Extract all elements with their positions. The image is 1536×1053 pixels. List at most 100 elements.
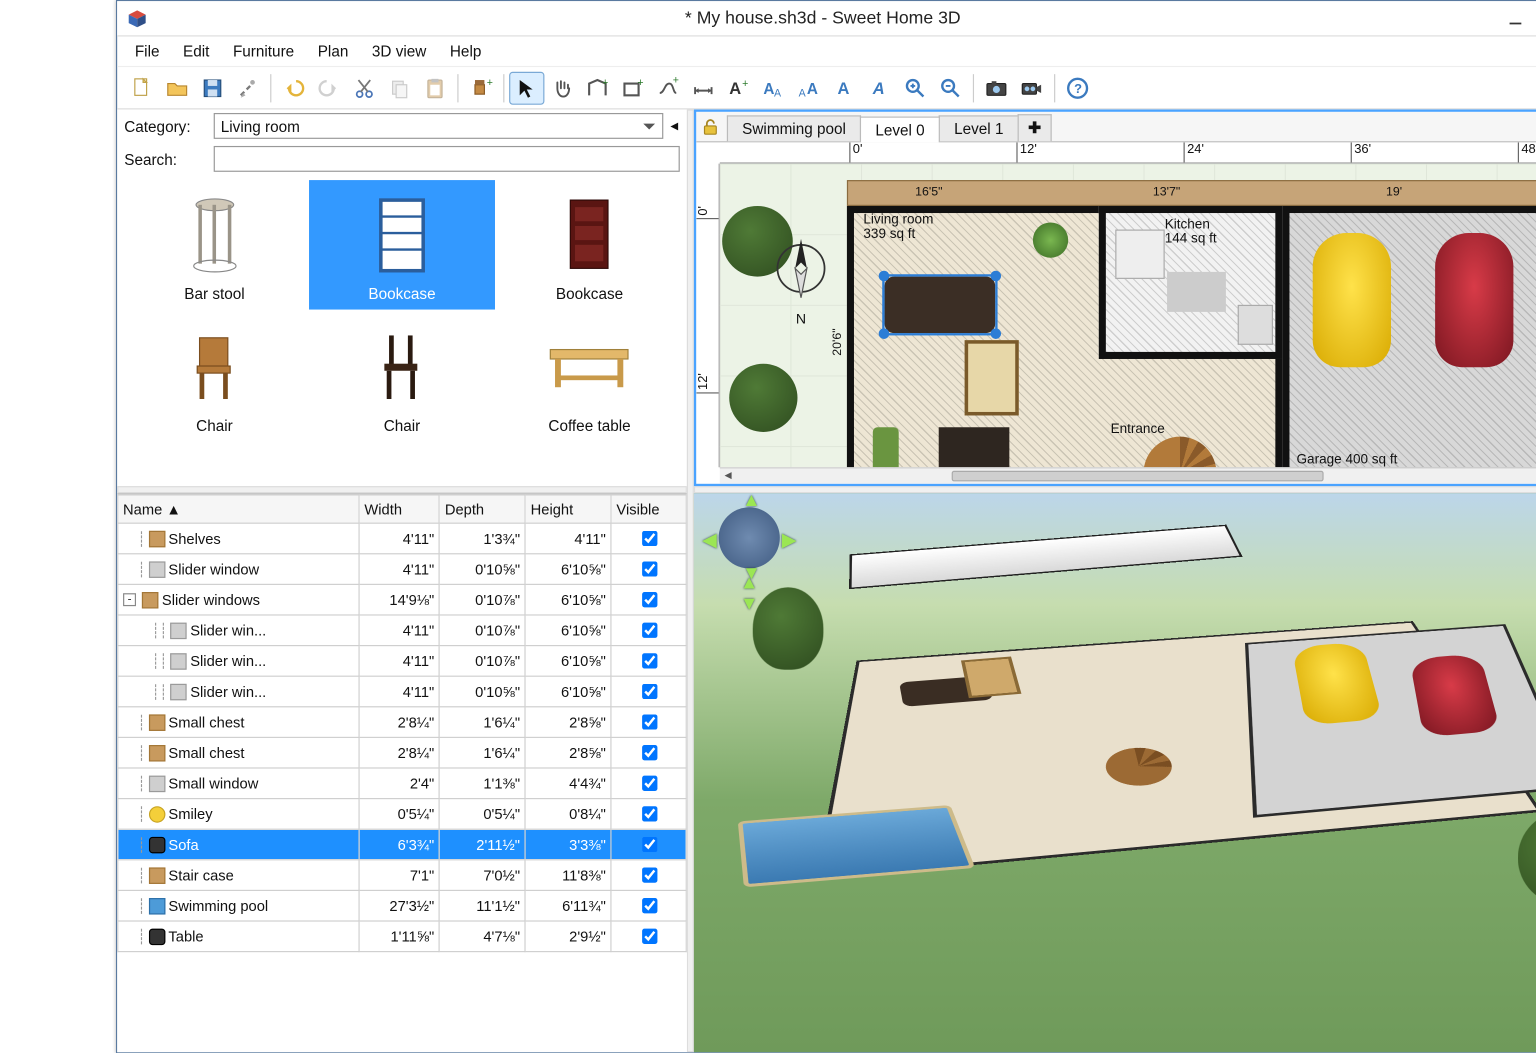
undo-button[interactable]	[276, 71, 311, 104]
col-depth[interactable]: Depth	[439, 495, 525, 523]
catalog-item[interactable]: Chair	[121, 312, 306, 441]
row-visible-checkbox[interactable]	[641, 684, 656, 699]
level-tab[interactable]: Level 0	[860, 117, 940, 143]
menu-help[interactable]: Help	[439, 39, 492, 64]
text-italic-button[interactable]: A	[862, 71, 897, 104]
menu-furniture[interactable]: Furniture	[222, 39, 304, 64]
furniture-row[interactable]: ┊Table1'11⅝"4'7⅛"2'9½"	[117, 921, 685, 952]
furniture-row[interactable]: ┊Sofa6'3¾"2'11½"3'3⅜"	[117, 829, 685, 860]
text-increase-button[interactable]: AA	[756, 71, 791, 104]
create-polyline-tool[interactable]: +	[650, 71, 685, 104]
plan-horizontal-scrollbar[interactable]: ◄►	[719, 467, 1536, 483]
col-visible[interactable]: Visible	[611, 495, 686, 523]
row-visible-checkbox[interactable]	[641, 867, 656, 882]
save-file-button[interactable]	[194, 71, 229, 104]
selection-box[interactable]	[882, 274, 997, 335]
open-file-button[interactable]	[159, 71, 194, 104]
col-name[interactable]: Name ▲	[117, 495, 358, 523]
create-room-tool[interactable]: +	[615, 71, 650, 104]
furniture-row[interactable]: ┊Small chest2'8¼"1'6¼"2'8⅝"	[117, 707, 685, 738]
row-depth: 4'7⅛"	[439, 921, 525, 952]
new-file-button[interactable]	[124, 71, 159, 104]
add-level-tab[interactable]: ✚	[1017, 114, 1051, 141]
create-dimension-tool[interactable]	[685, 71, 720, 104]
text-bold-button[interactable]: A	[826, 71, 861, 104]
row-visible-checkbox[interactable]	[641, 592, 656, 607]
row-height: 6'10⅝"	[525, 676, 611, 707]
add-furniture-button[interactable]: +	[463, 71, 498, 104]
furniture-row[interactable]: ┊Shelves4'11"1'3¾"4'11"	[117, 523, 685, 554]
catalog-item[interactable]: Bar stool	[121, 180, 306, 309]
row-visible-checkbox[interactable]	[641, 776, 656, 791]
menu-3d-view[interactable]: 3D view	[361, 39, 437, 64]
create-photo-button[interactable]	[978, 71, 1013, 104]
paste-button[interactable]	[417, 71, 452, 104]
pan-tool[interactable]	[544, 71, 579, 104]
catalog-item[interactable]: Bookcase	[496, 180, 681, 309]
catalog-item[interactable]: Coffee table	[496, 312, 681, 441]
row-visible-checkbox[interactable]	[641, 898, 656, 913]
row-visible-checkbox[interactable]	[641, 714, 656, 729]
create-text-tool[interactable]: A+	[720, 71, 755, 104]
tree-expander[interactable]: -	[123, 593, 136, 606]
menu-edit[interactable]: Edit	[172, 39, 220, 64]
col-height[interactable]: Height	[525, 495, 611, 523]
catalog-thumb-icon	[180, 319, 248, 414]
catalog-item[interactable]: Chair	[309, 312, 494, 441]
furniture-row[interactable]: ┊┊Slider win...4'11"0'10⅝"6'10⅝"	[117, 676, 685, 707]
vertical-splitter-left[interactable]	[117, 486, 687, 493]
furniture-row[interactable]: ┊Stair case7'1"7'0½"11'8⅜"	[117, 860, 685, 891]
svg-text:A: A	[763, 81, 774, 98]
furniture-row[interactable]: ┊┊Slider win...4'11"0'10⅞"6'10⅝"	[117, 646, 685, 677]
preferences-button[interactable]	[230, 71, 265, 104]
furniture-row[interactable]: -Slider windows14'9⅛"0'10⅞"6'10⅝"	[117, 584, 685, 615]
furniture-row[interactable]: ┊Smiley0'5¼"0'5¼"0'8¼"	[117, 799, 685, 830]
row-visible-checkbox[interactable]	[641, 561, 656, 576]
lock-icon[interactable]	[700, 118, 719, 140]
row-visible-checkbox[interactable]	[641, 653, 656, 668]
create-video-button[interactable]	[1014, 71, 1049, 104]
menu-file[interactable]: File	[124, 39, 170, 64]
minimize-button[interactable]	[1488, 1, 1536, 35]
3d-nav-pad[interactable]: ▲ ▼ ◀ ▶ ▲ ▼	[708, 507, 790, 601]
text-decrease-button[interactable]: AA	[791, 71, 826, 104]
row-visible-checkbox[interactable]	[641, 623, 656, 638]
zoom-out-button[interactable]	[932, 71, 967, 104]
zoom-in-button[interactable]	[897, 71, 932, 104]
row-visible-checkbox[interactable]	[641, 806, 656, 821]
vertical-splitter-right[interactable]	[693, 486, 1536, 493]
row-visible-checkbox[interactable]	[641, 837, 656, 852]
room-label-entrance: Entrance	[1110, 423, 1164, 437]
window-title: * My house.sh3d - Sweet Home 3D	[157, 8, 1488, 28]
level-tab[interactable]: Level 1	[938, 115, 1018, 141]
col-width[interactable]: Width	[359, 495, 439, 523]
3d-view-pane[interactable]: ▲ ▼ ◀ ▶ ▲ ▼	[693, 493, 1536, 1052]
search-input[interactable]	[213, 146, 679, 172]
redo-button[interactable]	[311, 71, 346, 104]
row-depth: 0'10⅝"	[439, 676, 525, 707]
row-height: 0'8¼"	[525, 799, 611, 830]
row-name: Sofa	[168, 836, 198, 852]
plan-canvas[interactable]: N Living room 339 sq ft Kitchen 144 sq f…	[719, 164, 1536, 468]
row-visible-checkbox[interactable]	[641, 745, 656, 760]
row-height: 6'10⅝"	[525, 615, 611, 646]
resize-handle-icon[interactable]: ◂	[670, 117, 679, 136]
catalog-item[interactable]: Bookcase	[309, 180, 494, 309]
category-select[interactable]: Living room	[213, 113, 663, 139]
cut-button[interactable]	[346, 71, 381, 104]
horizontal-splitter[interactable]	[686, 109, 693, 1052]
row-visible-checkbox[interactable]	[641, 531, 656, 546]
horizontal-ruler: 0'12'24'36'48'	[719, 142, 1536, 163]
select-tool[interactable]	[509, 71, 544, 104]
menu-plan[interactable]: Plan	[307, 39, 359, 64]
copy-button[interactable]	[382, 71, 417, 104]
level-tab[interactable]: Swimming pool	[726, 115, 860, 141]
help-button[interactable]: ?	[1059, 71, 1094, 104]
furniture-row[interactable]: ┊Swimming pool27'3½"11'1½"6'11¾"	[117, 890, 685, 921]
furniture-row[interactable]: ┊Small window2'4"1'1⅜"4'4¾"	[117, 768, 685, 799]
furniture-row[interactable]: ┊Slider window4'11"0'10⅝"6'10⅝"	[117, 554, 685, 585]
create-walls-tool[interactable]: +	[579, 71, 614, 104]
furniture-row[interactable]: ┊Small chest2'8¼"1'6¼"2'8⅝"	[117, 737, 685, 768]
row-visible-checkbox[interactable]	[641, 929, 656, 944]
furniture-row[interactable]: ┊┊Slider win...4'11"0'10⅞"6'10⅝"	[117, 615, 685, 646]
